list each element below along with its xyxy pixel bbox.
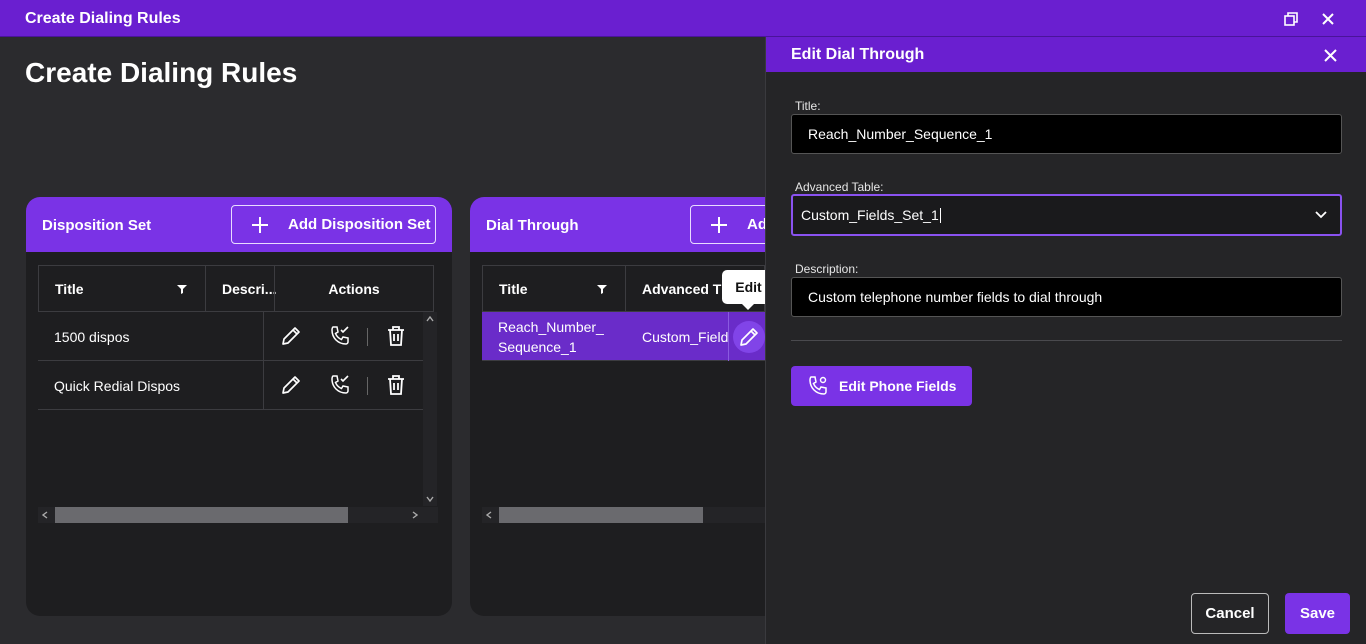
chevron-down-icon[interactable] — [426, 496, 434, 502]
column-title[interactable]: Title — [38, 265, 206, 312]
chevron-down-icon[interactable] — [1314, 207, 1328, 221]
table-row-selected[interactable]: Reach_Number_ Sequence_1 Custom_Field — [482, 312, 772, 361]
drawer-title: Edit Dial Through — [791, 46, 925, 63]
edit-icon[interactable] — [277, 371, 305, 399]
horizontal-scrollbar[interactable] — [482, 507, 772, 523]
column-title[interactable]: Title — [482, 265, 626, 312]
chevron-left-icon[interactable] — [486, 511, 492, 519]
dial-through-panel: Dial Through Ad Title Advanced T Reach_N… — [470, 197, 790, 616]
column-actions-label: Actions — [328, 280, 380, 297]
restore-icon[interactable] — [1281, 9, 1301, 29]
trash-icon[interactable] — [382, 371, 410, 399]
row-title: Reach_Number_ Sequence_1 — [498, 318, 604, 355]
advanced-table-select[interactable]: Custom_Fields_Set_1 — [791, 194, 1342, 236]
drawer-header: Edit Dial Through — [766, 37, 1366, 72]
chevron-right-icon[interactable] — [412, 511, 418, 519]
column-advanced-label: Advanced T — [642, 280, 722, 297]
column-description-label: Descri... — [222, 280, 277, 297]
filter-icon[interactable] — [177, 284, 187, 294]
table-row[interactable]: Quick Redial Dispos — [38, 361, 423, 410]
chevron-up-icon[interactable] — [426, 316, 434, 322]
filter-icon[interactable] — [597, 284, 607, 294]
row-advanced-table: Custom_Field — [642, 328, 729, 345]
plus-icon — [252, 216, 268, 233]
dial-through-header: Dial Through Ad — [470, 197, 790, 252]
window-title: Create Dialing Rules — [25, 10, 181, 27]
advanced-table-value: Custom_Fields_Set_1 — [801, 207, 939, 223]
edit-phone-fields-label: Edit Phone Fields — [839, 378, 957, 394]
disposition-set-panel: Disposition Set Add Disposition Set Titl… — [26, 197, 452, 616]
close-window-icon[interactable] — [1318, 9, 1338, 29]
window-titlebar: Create Dialing Rules — [0, 0, 1366, 37]
edit-icon[interactable] — [733, 321, 765, 353]
row-title: 1500 dispos — [54, 328, 130, 345]
phone-settings-icon — [809, 376, 827, 395]
disposition-set-title: Disposition Set — [42, 217, 152, 234]
page-title: Create Dialing Rules — [25, 57, 298, 88]
column-title-label: Title — [499, 280, 528, 297]
close-drawer-icon[interactable] — [1320, 45, 1340, 65]
row-title: Quick Redial Dispos — [54, 377, 181, 394]
edit-icon[interactable] — [277, 322, 305, 350]
disposition-set-header: Disposition Set Add Disposition Set — [26, 197, 452, 252]
column-actions: Actions — [274, 265, 434, 312]
description-field[interactable]: Custom telephone number fields to dial t… — [791, 277, 1342, 317]
trash-icon[interactable] — [382, 322, 410, 350]
column-description[interactable]: Descri... — [205, 265, 277, 312]
add-dial-through-label: Ad — [747, 216, 767, 233]
table-row[interactable]: 1500 dispos — [38, 312, 423, 361]
horizontal-scrollbar[interactable] — [38, 507, 438, 523]
save-button[interactable]: Save — [1285, 593, 1350, 634]
advanced-table-label: Advanced Table: — [795, 180, 884, 194]
edit-phone-fields-button[interactable]: Edit Phone Fields — [791, 366, 972, 406]
dial-through-title: Dial Through — [486, 217, 579, 234]
add-disposition-set-label: Add Disposition Set — [288, 216, 431, 233]
cancel-button[interactable]: Cancel — [1191, 593, 1269, 634]
horizontal-scroll-thumb[interactable] — [499, 507, 703, 523]
edit-dial-through-drawer: Edit Dial Through Title: Reach_Number_Se… — [765, 37, 1366, 644]
plus-icon — [711, 216, 727, 233]
divider — [791, 340, 1342, 341]
title-label: Title: — [795, 99, 821, 113]
phone-check-icon[interactable] — [326, 371, 354, 399]
vertical-scrollbar[interactable] — [423, 312, 437, 506]
add-disposition-set-button[interactable]: Add Disposition Set — [231, 205, 436, 244]
phone-check-icon[interactable] — [326, 322, 354, 350]
column-title-label: Title — [55, 280, 84, 297]
description-field-value: Custom telephone number fields to dial t… — [808, 289, 1103, 305]
horizontal-scroll-thumb[interactable] — [55, 507, 348, 523]
title-field[interactable]: Reach_Number_Sequence_1 — [791, 114, 1342, 154]
text-cursor — [939, 207, 941, 223]
description-label: Description: — [795, 262, 859, 276]
title-field-value: Reach_Number_Sequence_1 — [808, 126, 993, 142]
chevron-left-icon[interactable] — [42, 511, 48, 519]
